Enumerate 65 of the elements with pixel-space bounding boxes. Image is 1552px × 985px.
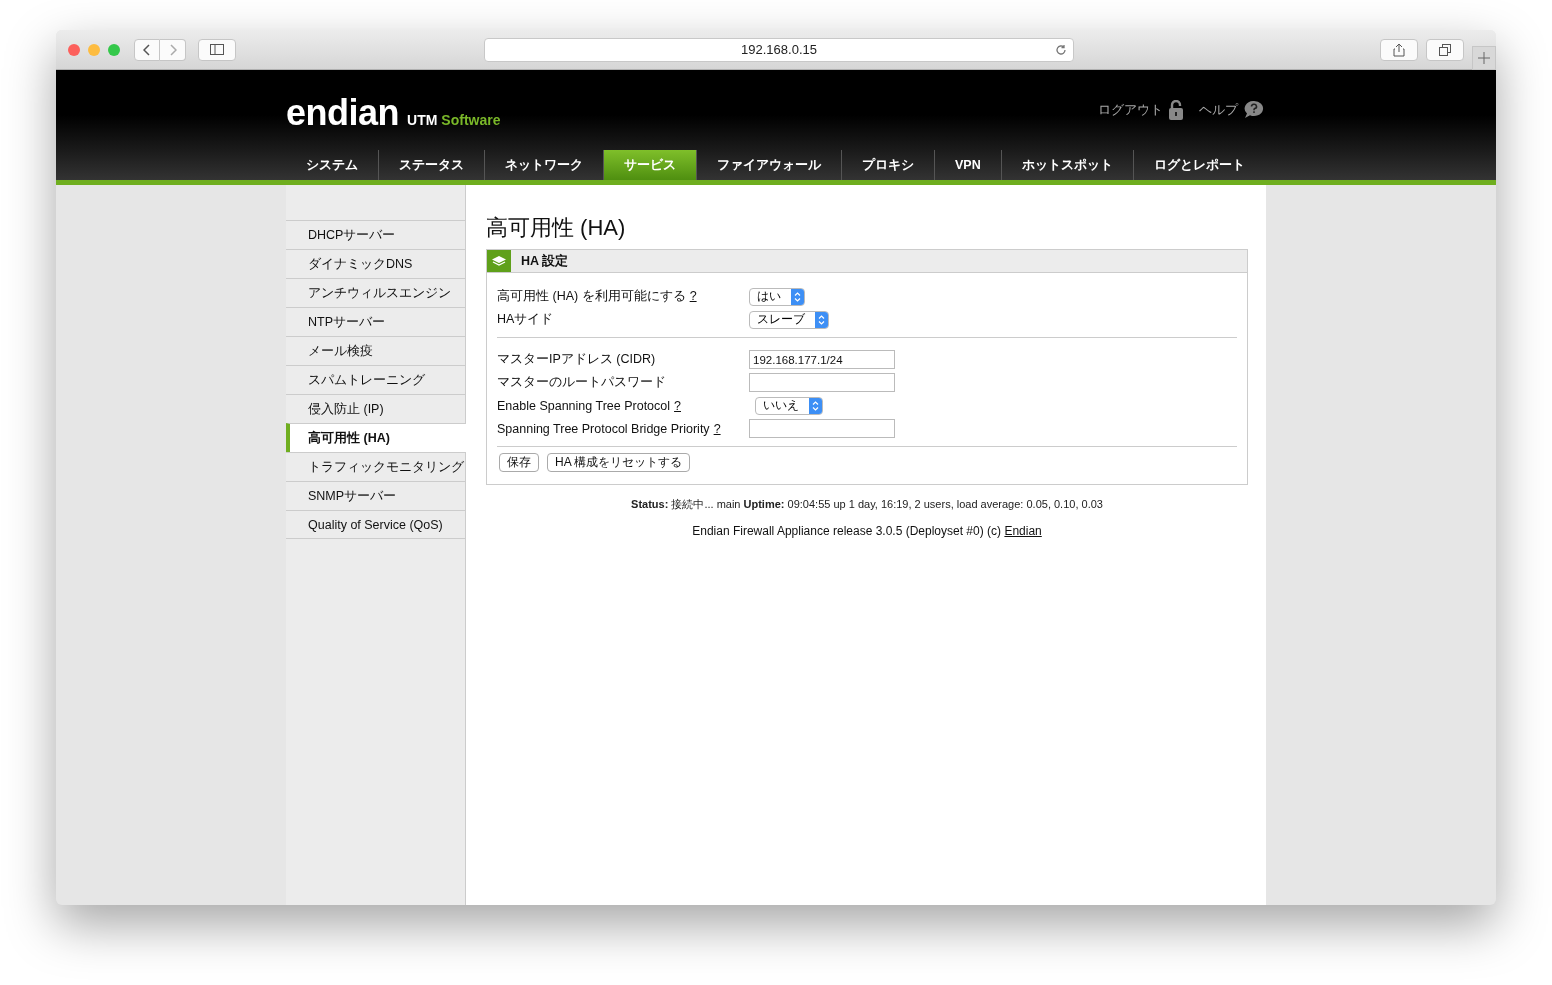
nav-tab[interactable]: ファイアウォール xyxy=(697,150,842,180)
page-title: 高可用性 (HA) xyxy=(486,214,627,242)
sidebar-item[interactable]: 高可用性 (HA) xyxy=(286,423,466,452)
field-label: 高可用性 (HA) を利用可能にする xyxy=(497,289,686,303)
minimize-button[interactable] xyxy=(88,43,100,56)
new-tab-button[interactable] xyxy=(1472,46,1496,70)
address-field[interactable]: 192.168.0.15 xyxy=(484,37,1074,62)
help-link[interactable]: ヘルプ xyxy=(1199,101,1264,119)
status-line: Status: 接続中... main Uptime: 09:04:55 up 1 day, 16:19, 2 users, load average: 0.05, 0.10, 0.03 xyxy=(630,497,1104,512)
nav-tab[interactable]: ログとレポート xyxy=(1133,150,1265,180)
share-icon xyxy=(1393,42,1405,57)
dropdown[interactable]: スレーブ xyxy=(749,310,829,329)
panel-title: HA 設定 xyxy=(521,252,569,270)
field-label: HAサイド xyxy=(497,312,554,326)
sidebar-item[interactable]: Quality of Service (QoS) xyxy=(286,510,465,539)
nav-tab[interactable]: VPN xyxy=(935,150,1002,180)
help-link[interactable]: ? xyxy=(689,289,697,303)
logout-link[interactable]: ログアウト xyxy=(1098,100,1183,120)
layers-icon xyxy=(492,255,506,267)
sidebar-item[interactable]: トラフィックモニタリング xyxy=(286,452,465,481)
input-field[interactable]: 192.168.177.1/24 xyxy=(749,350,895,369)
help-link[interactable]: ? xyxy=(713,421,721,436)
tabs-button[interactable] xyxy=(1426,38,1464,61)
help-bubble-icon xyxy=(1244,101,1264,119)
footer-text: Endian Firewall Appliance release 3.0.5 (Deployset #0) (c) xyxy=(692,524,1002,538)
nav-tab[interactable]: ステータス xyxy=(379,150,485,180)
sidebar-item[interactable]: スパムトレーニング xyxy=(286,365,465,394)
dropdown[interactable]: いいえ xyxy=(755,396,823,415)
field-label: Spanning Tree Protocol Bridge Priority xyxy=(497,421,710,436)
close-button[interactable] xyxy=(68,43,80,56)
field-label: Enable Spanning Tree Protocol xyxy=(497,398,671,413)
field-label: マスターのルートパスワード xyxy=(497,375,666,389)
endian-link[interactable]: Endian xyxy=(1004,524,1042,538)
logo-subtitle: UTM xyxy=(407,112,438,128)
field-label: マスターIPアドレス (CIDR) xyxy=(497,352,656,366)
sidebar-item[interactable]: NTPサーバー xyxy=(286,307,465,336)
url-text: 192.168.0.15 xyxy=(741,42,817,57)
sidebar-icon xyxy=(210,44,224,55)
sidebar-button[interactable] xyxy=(198,38,236,61)
panel-button[interactable]: 保存 xyxy=(499,453,539,472)
sidebar-item[interactable]: アンチウィルスエンジン xyxy=(286,278,465,307)
sidebar-item[interactable]: ダイナミックDNS xyxy=(286,249,465,278)
nav-tab[interactable]: プロキシ xyxy=(842,150,935,180)
zoom-button[interactable] xyxy=(108,43,120,56)
tabs-icon xyxy=(1439,43,1451,56)
share-button[interactable] xyxy=(1380,38,1418,61)
back-button[interactable] xyxy=(134,38,160,61)
input-field[interactable] xyxy=(749,419,895,438)
sidebar-item[interactable]: DHCPサーバー xyxy=(286,220,465,249)
sidebar-item[interactable]: メール検疫 xyxy=(286,336,465,365)
logo-subtitle: Software xyxy=(441,112,501,128)
padlock-icon xyxy=(1169,100,1183,120)
dropdown[interactable]: はい xyxy=(749,287,805,306)
help-link[interactable]: ? xyxy=(674,398,681,413)
panel-button[interactable]: HA 構成をリセットする xyxy=(547,453,691,472)
plus-icon xyxy=(1478,52,1490,64)
forward-button[interactable] xyxy=(160,38,186,61)
logo-text: endian xyxy=(286,92,399,134)
nav-tab[interactable]: ホットスポット xyxy=(1001,150,1134,180)
reload-icon xyxy=(1055,43,1067,56)
chevron-right-icon xyxy=(168,43,177,56)
chevron-left-icon xyxy=(143,43,151,56)
nav-tab[interactable]: システム xyxy=(286,150,379,180)
sidebar-item[interactable]: SNMPサーバー xyxy=(286,481,465,510)
password-field[interactable] xyxy=(749,373,895,392)
